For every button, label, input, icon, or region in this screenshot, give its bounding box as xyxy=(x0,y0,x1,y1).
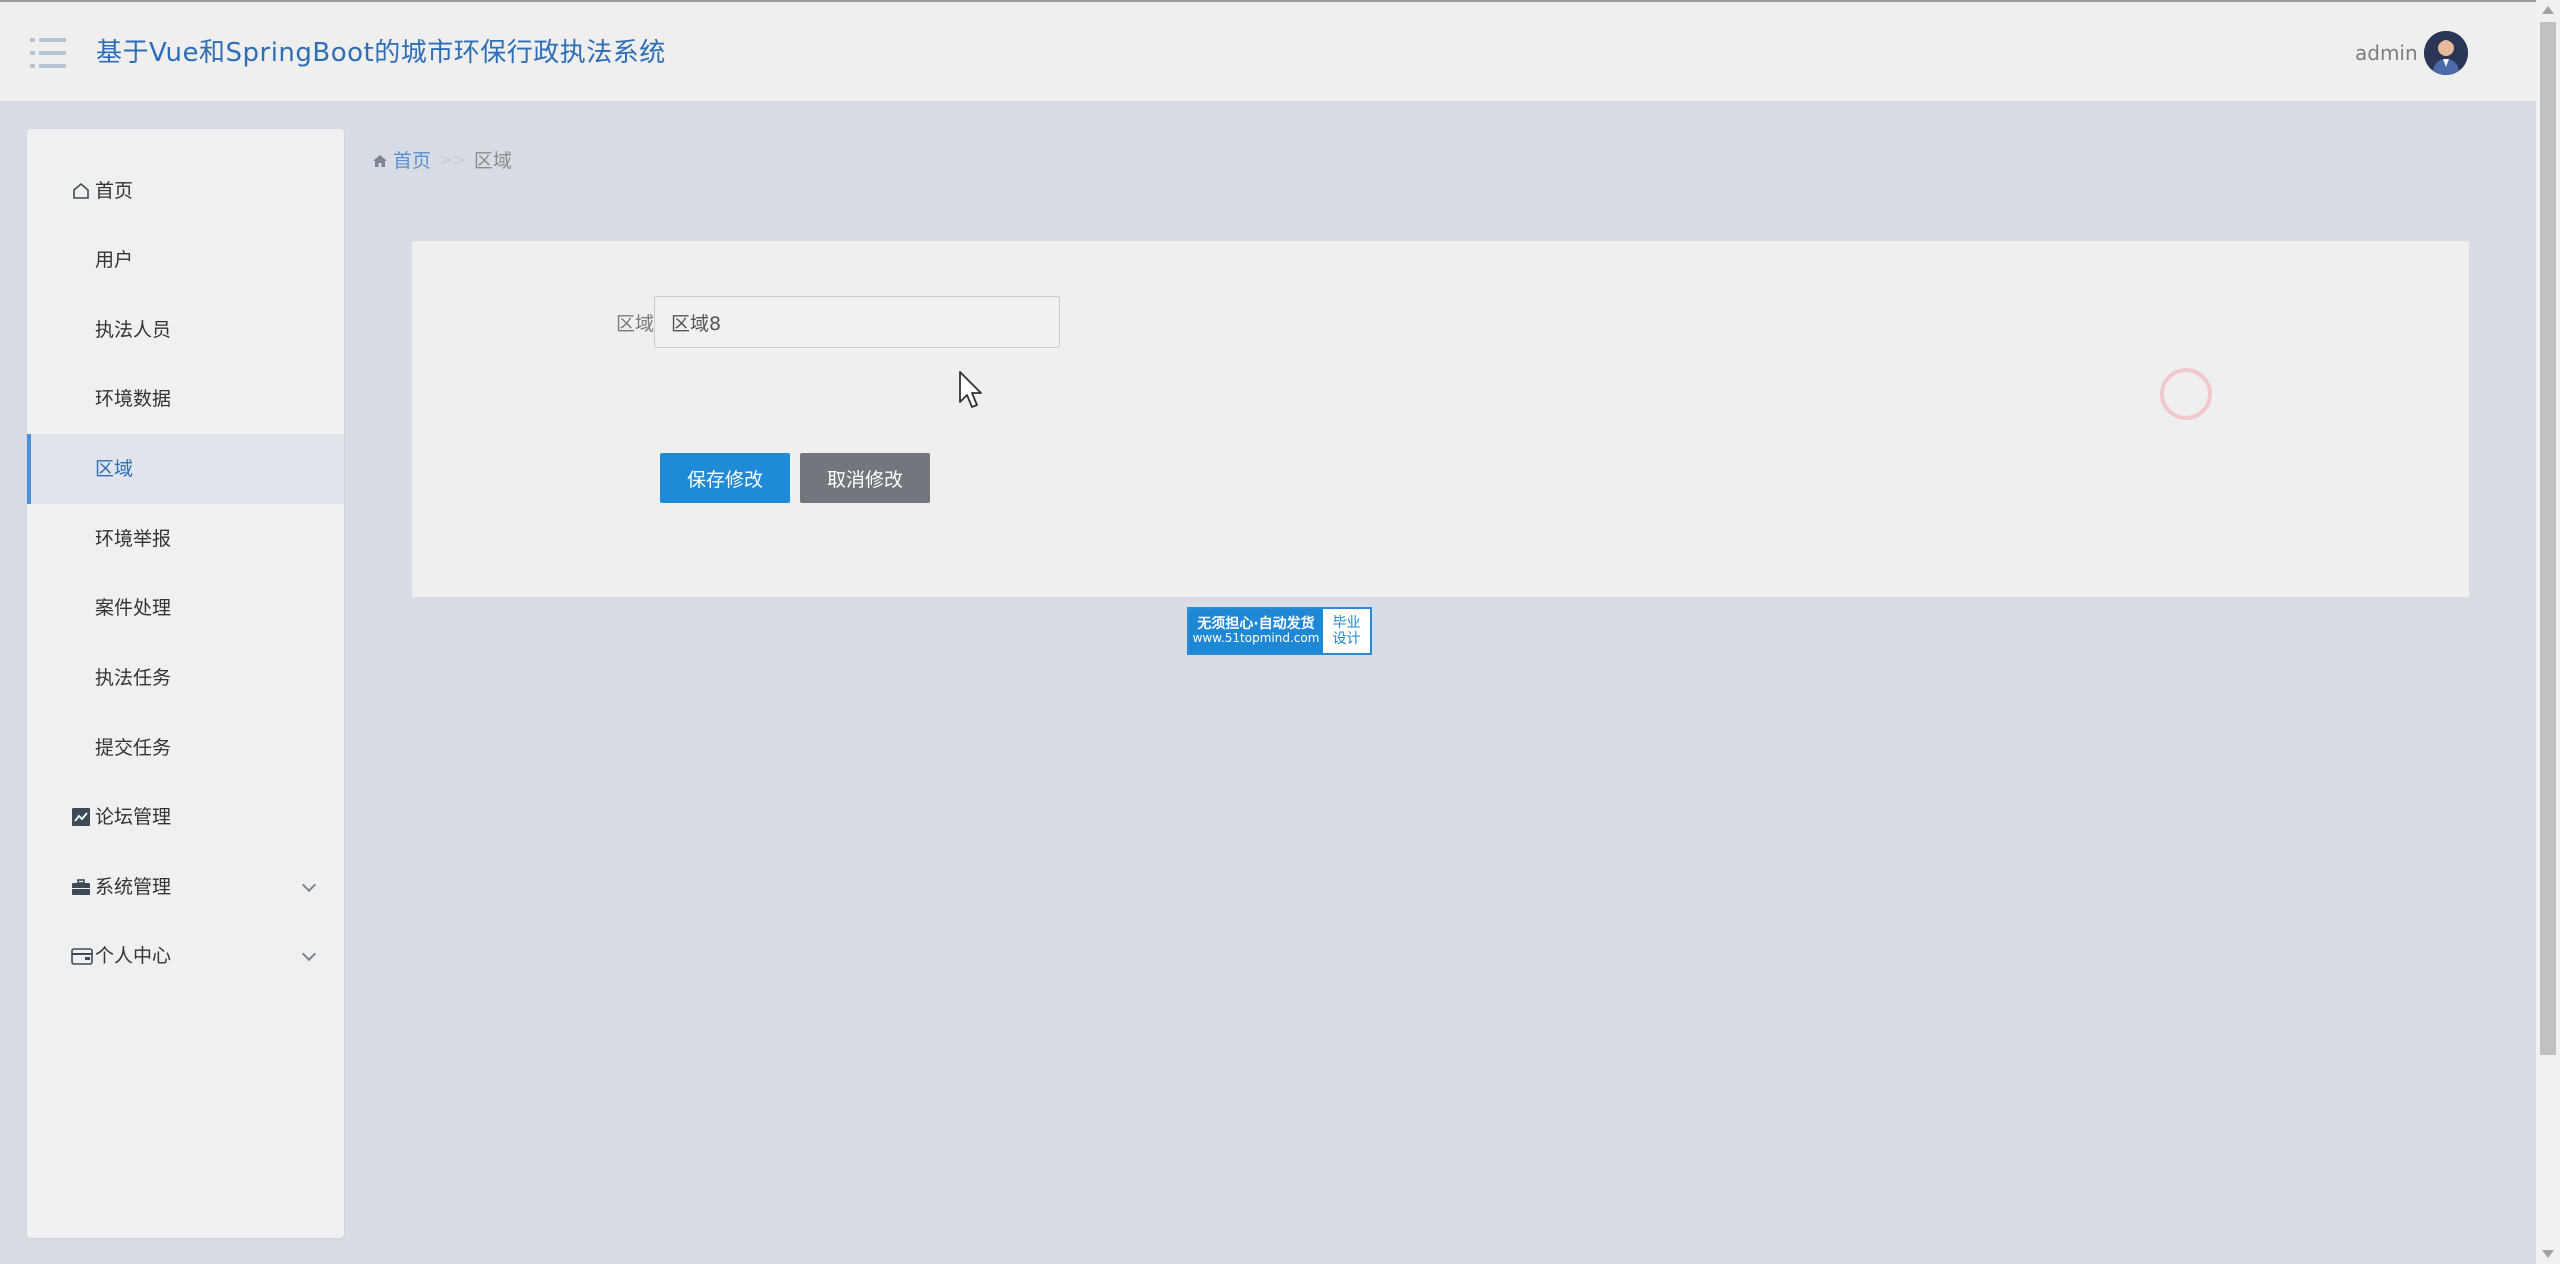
scroll-up-icon[interactable] xyxy=(2542,6,2554,14)
chart-icon xyxy=(71,807,91,827)
sidebar-item-label: 首页 xyxy=(95,179,134,202)
avatar[interactable] xyxy=(2424,31,2468,75)
sidebar-item-label: 执法人员 xyxy=(95,318,172,341)
sidebar-item-cases[interactable]: 案件处理 xyxy=(27,573,344,643)
scroll-thumb[interactable] xyxy=(2540,22,2556,1055)
grid-icon xyxy=(71,250,91,270)
grid-icon xyxy=(71,598,91,618)
briefcase-icon xyxy=(71,877,91,897)
breadcrumb-current: 区域 xyxy=(473,150,512,172)
region-field-label: 区域 xyxy=(615,313,654,335)
grid-icon xyxy=(71,738,91,758)
sidebar-item-forum[interactable]: 论坛管理 xyxy=(27,782,344,852)
home-icon xyxy=(372,152,388,168)
sidebar-item-label: 论坛管理 xyxy=(95,805,172,828)
sidebar-item-label: 环境举报 xyxy=(95,527,172,550)
sidebar-item-environment-data[interactable]: 环境数据 xyxy=(27,364,344,434)
mouse-cursor-icon xyxy=(958,370,984,410)
breadcrumb: 首页 >> 区域 xyxy=(372,146,512,173)
home-icon xyxy=(71,181,91,201)
badge-line2: www.51topmind.com xyxy=(1192,631,1320,646)
grid-icon xyxy=(71,529,91,549)
grid-icon xyxy=(71,459,91,479)
app-root: 基于Vue和SpringBoot的城市环保行政执法系统 admin 首页 用户 xyxy=(0,0,2560,1264)
user-name[interactable]: admin xyxy=(2355,41,2418,65)
badge-left: 无须担心·自动发货 www.51topmind.com xyxy=(1189,609,1323,653)
sidebar-item-users[interactable]: 用户 xyxy=(27,225,344,295)
sidebar-item-tasks[interactable]: 执法任务 xyxy=(27,643,344,713)
sidebar-item-label: 区域 xyxy=(95,457,134,480)
app-title: 基于Vue和SpringBoot的城市环保行政执法系统 xyxy=(96,38,666,68)
region-input[interactable] xyxy=(654,296,1060,348)
loading-spinner-icon xyxy=(2160,368,2212,420)
edit-form-card: 区域 保存修改 取消修改 xyxy=(412,241,2469,597)
badge-right2: 设计 xyxy=(1332,631,1361,647)
sidebar-item-profile[interactable]: 个人中心 xyxy=(27,921,344,991)
menu-toggle-icon[interactable] xyxy=(30,38,66,68)
chevron-down-icon xyxy=(301,946,317,962)
sidebar: 首页 用户 执法人员 环境数据 区域 环境举报 案件处理 执法任务 提交任务 论… xyxy=(27,129,344,1238)
sidebar-item-region[interactable]: 区域 xyxy=(27,434,344,504)
save-button[interactable]: 保存修改 xyxy=(660,453,790,503)
badge-right: 毕业 设计 xyxy=(1323,609,1370,653)
grid-icon xyxy=(71,389,91,409)
grid-icon xyxy=(71,320,91,340)
page-scrollbar[interactable] xyxy=(2536,0,2560,1264)
top-header: 基于Vue和SpringBoot的城市环保行政执法系统 admin xyxy=(0,0,2536,101)
watermark-badge: 无须担心·自动发货 www.51topmind.com 毕业 设计 xyxy=(1187,607,1372,655)
breadcrumb-home-link[interactable]: 首页 xyxy=(393,146,431,173)
sidebar-item-label: 环境数据 xyxy=(95,387,172,410)
sidebar-item-label: 用户 xyxy=(95,248,134,271)
cancel-button[interactable]: 取消修改 xyxy=(800,453,930,503)
sidebar-item-reports[interactable]: 环境举报 xyxy=(27,504,344,574)
badge-right1: 毕业 xyxy=(1332,614,1361,631)
grid-icon xyxy=(71,668,91,688)
sidebar-item-label: 系统管理 xyxy=(95,875,172,898)
breadcrumb-separator: >> xyxy=(439,150,466,169)
sidebar-item-label: 案件处理 xyxy=(95,596,172,619)
sidebar-item-system[interactable]: 系统管理 xyxy=(27,852,344,922)
sidebar-item-home[interactable]: 首页 xyxy=(27,156,344,226)
chevron-down-icon xyxy=(301,877,317,893)
scroll-down-icon[interactable] xyxy=(2542,1250,2554,1258)
sidebar-item-label: 个人中心 xyxy=(95,944,172,967)
sidebar-item-label: 提交任务 xyxy=(95,736,172,759)
badge-line1: 无须担心·自动发货 xyxy=(1197,615,1315,632)
sidebar-item-officers[interactable]: 执法人员 xyxy=(27,295,344,365)
sidebar-item-label: 执法任务 xyxy=(95,666,172,689)
wallet-icon xyxy=(71,946,93,966)
sidebar-item-submit-tasks[interactable]: 提交任务 xyxy=(27,713,344,783)
